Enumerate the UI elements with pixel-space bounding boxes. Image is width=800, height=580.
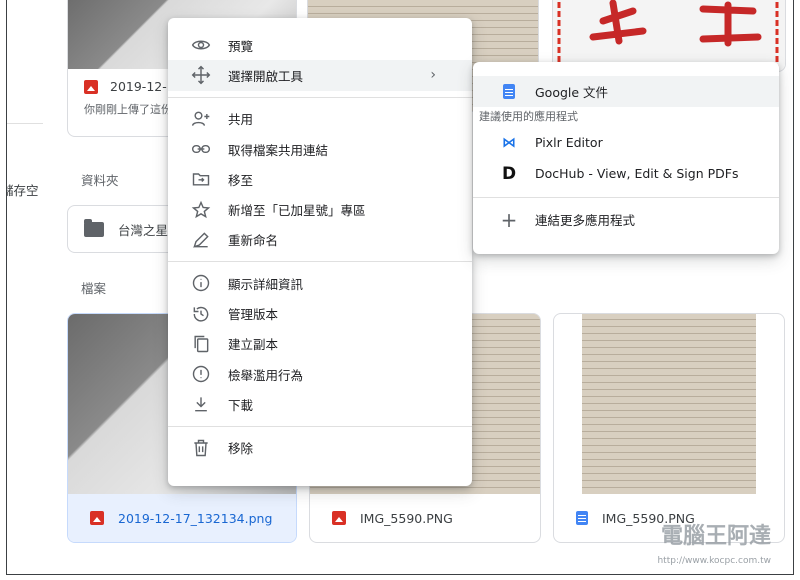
image-file-icon: [332, 511, 346, 525]
menu-item-make-copy[interactable]: 建立副本: [168, 329, 472, 359]
eye-icon: [190, 34, 212, 56]
submenu-divider: [473, 197, 779, 198]
menu-item-rename[interactable]: 重新命名: [168, 225, 472, 255]
menu-item-label: 移除: [228, 441, 254, 457]
move-to-icon: [190, 168, 212, 190]
sidebar-storage-text: 儲存空: [7, 183, 39, 198]
menu-item-label: 管理版本: [228, 307, 279, 323]
menu-item-label: 選擇開啟工具: [228, 68, 304, 84]
google-docs-icon: [501, 84, 517, 100]
submenu-item-label: Google 文件: [535, 85, 609, 100]
dochub-icon: D: [501, 163, 517, 184]
watermark-logo: 電腦王阿達: [660, 524, 771, 549]
menu-item-add-star[interactable]: 新增至「已加星號」專區: [168, 194, 472, 224]
menu-item-details[interactable]: 顯示詳細資訊: [168, 268, 472, 298]
menu-item-label: 檢舉濫用行為: [228, 367, 304, 383]
file-name: 2019-12-17_132134.png: [118, 510, 273, 526]
info-icon: [190, 272, 212, 294]
open-with-submenu: Google 文件 建議使用的應用程式 ⋈ Pixlr Editor D Doc…: [473, 62, 779, 254]
submenu-item-label: DocHub - View, Edit & Sign PDFs: [535, 166, 739, 181]
copy-icon: [190, 333, 212, 355]
link-icon: [190, 138, 212, 160]
image-file-icon: [84, 79, 98, 94]
menu-item-remove[interactable]: 移除: [168, 433, 472, 463]
menu-divider: [168, 261, 472, 263]
menu-item-open-with[interactable]: 選擇開啟工具 ›: [168, 60, 472, 91]
file-thumbnail: [553, 0, 785, 71]
submenu-item-dochub[interactable]: D DocHub - View, Edit & Sign PDFs: [473, 158, 779, 189]
submenu-item-connect-more[interactable]: + 連結更多應用程式: [473, 204, 779, 235]
download-icon: [190, 393, 212, 415]
file-thumbnail: [582, 314, 756, 494]
add-person-icon: [190, 108, 212, 130]
file-row: 2019-12-17_132134.png: [68, 494, 296, 542]
menu-divider: [168, 96, 472, 98]
image-file-icon: [90, 511, 104, 525]
menu-item-label: 下載: [228, 397, 254, 413]
file-name: IMG_5590.PNG: [360, 510, 453, 526]
menu-item-label: 顯示詳細資訊: [228, 276, 304, 292]
move-icon: [190, 64, 212, 86]
file-subtext: 你剛剛上傳了這份: [84, 103, 172, 116]
menu-item-label: 取得檔案共用連結: [228, 142, 329, 158]
pen-icon: [190, 229, 212, 251]
menu-item-label: 預覽: [228, 38, 254, 54]
menu-item-label: 移至: [228, 172, 254, 188]
report-icon: [190, 363, 212, 385]
folder-icon: [84, 218, 104, 237]
folders-heading: 資料夾: [81, 173, 119, 188]
pixlr-icon: ⋈: [502, 134, 516, 151]
doc-file-icon: [576, 511, 588, 525]
submenu-item-label: Pixlr Editor: [535, 135, 603, 150]
menu-item-get-link[interactable]: 取得檔案共用連結: [168, 134, 472, 164]
submenu-item-label: 連結更多應用程式: [535, 213, 636, 228]
submenu-item-google-docs[interactable]: Google 文件: [473, 76, 779, 107]
menu-item-preview[interactable]: 預覽: [168, 30, 472, 60]
menu-item-share[interactable]: 共用: [168, 104, 472, 134]
menu-item-report-abuse[interactable]: 檢舉濫用行為: [168, 359, 472, 389]
menu-item-manage-versions[interactable]: 管理版本: [168, 298, 472, 328]
submenu-item-pixlr[interactable]: ⋈ Pixlr Editor: [473, 127, 779, 158]
trash-icon: [190, 437, 212, 459]
plus-icon: +: [500, 207, 518, 232]
red-stamp-image: [557, 0, 779, 69]
chevron-right-icon: ›: [430, 67, 436, 84]
menu-item-move-to[interactable]: 移至: [168, 164, 472, 194]
menu-item-label: 共用: [228, 112, 254, 128]
watermark-url: http://www.kocpc.com.tw: [657, 556, 771, 566]
files-heading: 檔案: [81, 281, 107, 296]
file-card-3[interactable]: IMG_5590.PNG: [553, 313, 785, 543]
folder-name: 台灣之星: [118, 222, 169, 238]
menu-item-download[interactable]: 下載: [168, 389, 472, 419]
star-icon: [190, 199, 212, 221]
menu-item-label: 新增至「已加星號」專區: [228, 203, 366, 219]
menu-item-label: 重新命名: [228, 233, 279, 249]
suggested-apps-heading: 建議使用的應用程式: [479, 110, 578, 123]
history-icon: [190, 303, 212, 325]
file-row: IMG_5590.PNG: [310, 494, 540, 542]
menu-divider: [168, 425, 472, 427]
context-menu: 預覽 選擇開啟工具 › 共用 取得檔案共用連結 移至 新增至「已加星號」專區 重…: [168, 18, 472, 486]
menu-item-label: 建立副本: [228, 337, 279, 353]
sidebar-divider: [7, 123, 43, 124]
